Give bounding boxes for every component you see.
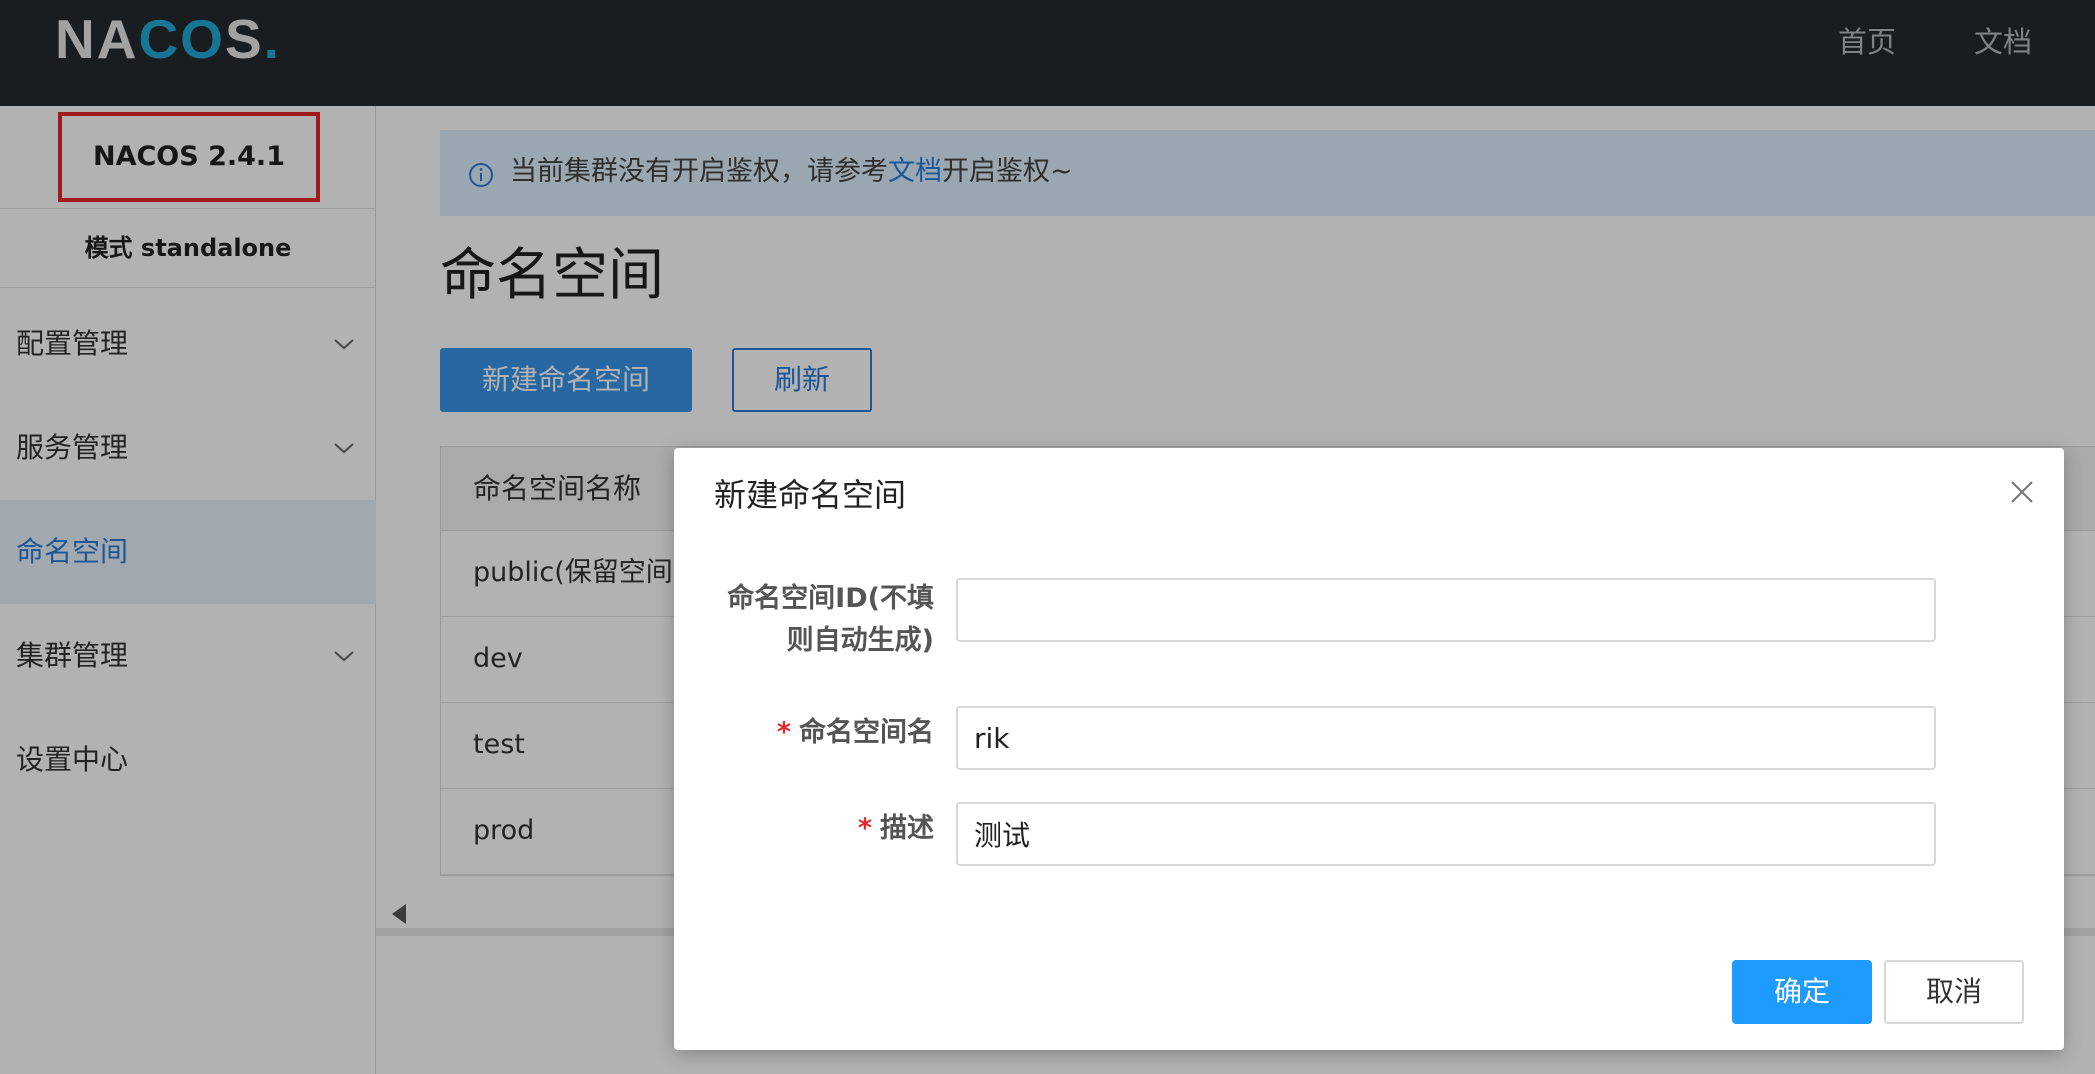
description-label: * 描述 xyxy=(858,808,934,850)
namespace-id-input[interactable] xyxy=(956,578,1936,642)
required-mark: * xyxy=(776,717,791,748)
create-namespace-dialog: 新建命名空间 命名空间ID(不填 则自动生成) * 命名空间名 * 描述 确定 取消 xyxy=(674,448,2064,1050)
dialog-title: 新建命名空间 xyxy=(714,476,907,514)
cancel-button[interactable]: 取消 xyxy=(1884,960,2024,1024)
confirm-button[interactable]: 确定 xyxy=(1732,960,1872,1024)
namespace-name-input[interactable] xyxy=(956,706,1936,770)
namespace-id-label-line: 命名空间ID(不填 xyxy=(727,583,934,614)
namespace-name-label-text: 命名空间名 xyxy=(799,717,934,748)
namespace-id-label: 命名空间ID(不填 则自动生成) xyxy=(727,578,934,662)
namespace-id-label-line: 则自动生成) xyxy=(786,625,934,656)
namespace-name-label: * 命名空间名 xyxy=(777,712,934,754)
description-input[interactable] xyxy=(956,802,1936,866)
description-label-text: 描述 xyxy=(880,813,934,844)
close-icon[interactable] xyxy=(2008,478,2036,506)
required-mark: * xyxy=(857,813,872,844)
